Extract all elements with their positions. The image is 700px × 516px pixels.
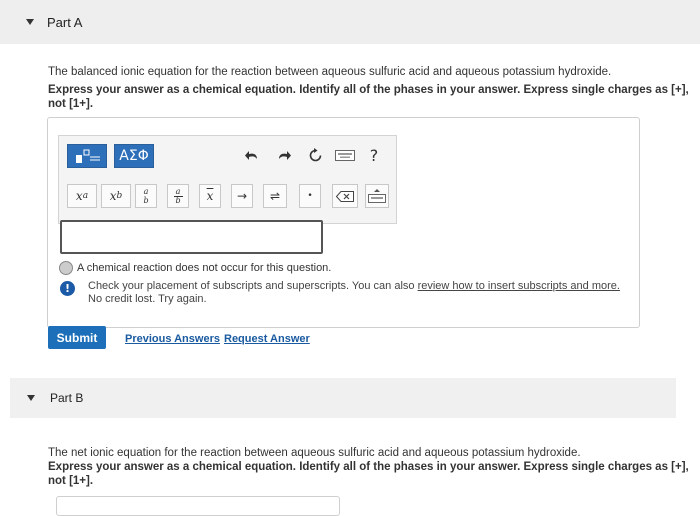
answer-box: ΑΣΦ ? xa xb a b a b x → ⇌ • A chemical r… <box>47 117 640 328</box>
fraction-button[interactable]: a b <box>135 184 157 208</box>
part-a-instruction-line1: Express your answer as a chemical equati… <box>48 84 689 96</box>
backspace-icon <box>336 190 354 202</box>
previous-answers-link[interactable]: Previous Answers <box>125 333 220 345</box>
superscript-exp: a <box>82 191 89 201</box>
subscript-button[interactable]: xb <box>101 184 131 208</box>
feedback-retry-text: No credit lost. Try again. <box>88 293 207 305</box>
templates-icon <box>76 149 100 163</box>
part-a-question: The balanced ionic equation for the reac… <box>48 66 612 78</box>
equilibrium-arrow-button[interactable]: ⇌ <box>263 184 287 208</box>
part-b-instruction-line1: Express your answer as a chemical equati… <box>48 461 689 473</box>
caret-down-icon[interactable] <box>27 395 35 401</box>
request-answer-link[interactable]: Request Answer <box>224 333 310 345</box>
vector-label: x <box>206 189 214 203</box>
caret-down-icon[interactable] <box>26 19 34 25</box>
vector-button[interactable]: x <box>199 184 221 208</box>
stacked-fraction-button[interactable]: a b <box>167 184 189 208</box>
equation-toolbar: ΑΣΦ ? xa xb a b a b x → ⇌ • <box>58 135 397 224</box>
feedback-text: Check your placement of subscripts and s… <box>88 280 418 292</box>
reset-icon[interactable] <box>305 145 325 165</box>
redo-icon[interactable] <box>274 146 294 166</box>
no-reaction-label: A chemical reaction does not occur for t… <box>77 262 332 274</box>
answer-input[interactable] <box>60 220 323 254</box>
keyboard-icon[interactable] <box>334 147 356 163</box>
help-button[interactable]: ? <box>365 145 383 165</box>
keyboard-toggle-button[interactable] <box>365 184 389 208</box>
keyboard-toggle-icon <box>368 189 386 203</box>
part-b-question: The net ionic equation for the reaction … <box>48 447 581 459</box>
stacked-numerator: a <box>175 186 181 196</box>
undo-icon[interactable] <box>242 146 262 166</box>
superscript-button[interactable]: xa <box>67 184 97 208</box>
part-a-header[interactable]: Part A <box>0 0 700 44</box>
part-a-title: Part A <box>47 14 83 30</box>
greek-symbols-button[interactable]: ΑΣΦ <box>114 144 154 168</box>
subscript-sub: b <box>116 191 123 201</box>
part-b-answer-box[interactable] <box>56 496 340 516</box>
subscript-base: x <box>109 189 117 203</box>
alert-icon: ! <box>60 281 75 296</box>
fraction-numerator: a <box>143 187 149 196</box>
templates-button[interactable] <box>67 144 107 168</box>
part-a-instruction-line2: not [1+]. <box>48 98 94 110</box>
superscript-base: x <box>75 189 83 203</box>
stacked-denominator: b <box>175 195 181 205</box>
backspace-button[interactable] <box>332 184 358 208</box>
dot-button[interactable]: • <box>299 184 321 208</box>
no-reaction-radio[interactable] <box>59 261 73 275</box>
no-reaction-option[interactable]: A chemical reaction does not occur for t… <box>59 261 331 275</box>
part-b-instruction-line2: not [1+]. <box>48 475 94 487</box>
reaction-arrow-button[interactable]: → <box>231 184 253 208</box>
part-b-header[interactable]: Part B <box>10 378 676 418</box>
feedback-message: ! Check your placement of subscripts and… <box>60 280 620 306</box>
subscripts-help-link[interactable]: review how to insert subscripts and more… <box>418 280 620 292</box>
fraction-denominator: b <box>143 196 149 205</box>
part-b-title: Part B <box>50 391 84 405</box>
submit-button[interactable]: Submit <box>48 326 106 349</box>
